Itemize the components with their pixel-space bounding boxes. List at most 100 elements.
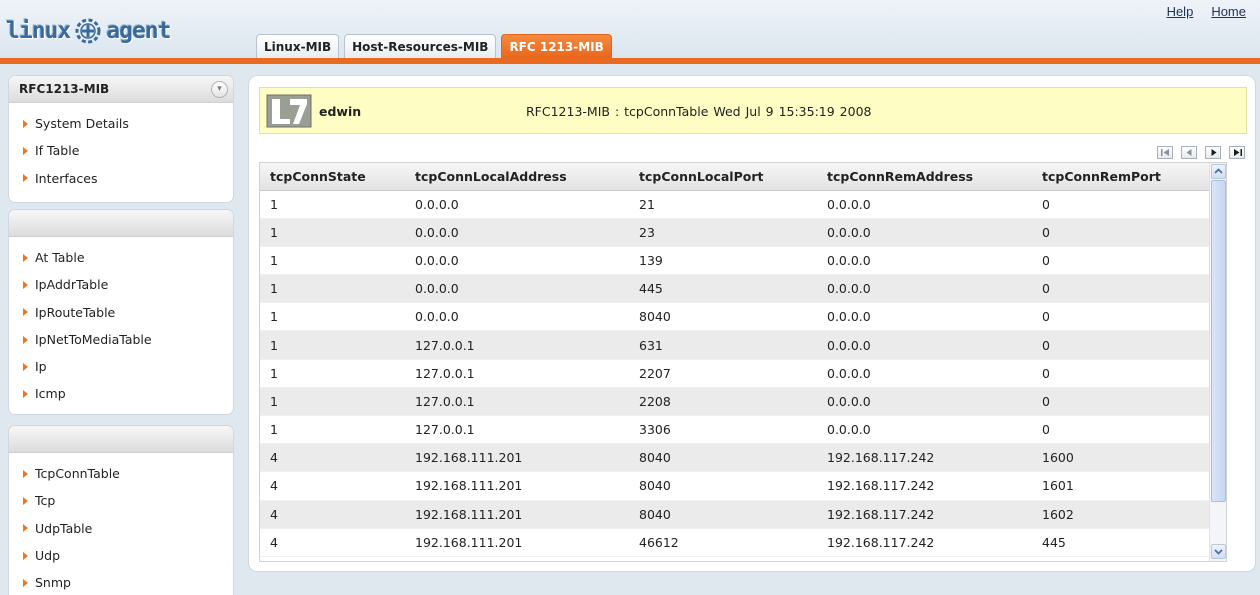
column-header[interactable]: tcpConnLocalAddress (405, 163, 629, 191)
table-cell: 0 (1032, 387, 1210, 417)
table-cell: 127.0.0.1 (405, 415, 629, 445)
table-row[interactable]: 1 127.0.0.1 3306 0.0.0.0 0 (260, 415, 1210, 445)
app-header: linux agent Help Home Linux-MIB Host-Res… (0, 0, 1260, 58)
previous-page-icon[interactable] (1181, 146, 1197, 159)
table-row[interactable]: 1 127.0.0.1 2207 0.0.0.0 0 (260, 359, 1210, 388)
table-cell: 192.168.111.201 (405, 528, 629, 557)
help-link[interactable]: Help (1167, 4, 1194, 19)
table-row[interactable]: 1 0.0.0.0 139 0.0.0.0 0 (260, 246, 1210, 276)
table-cell: 0.0.0.0 (817, 190, 1032, 219)
table-cell: 127.0.0.1 (405, 330, 629, 360)
sidebar-item-label: If Table (35, 143, 80, 159)
tab-rfc1213-mib[interactable]: RFC 1213-MIB (501, 34, 612, 58)
column-header[interactable]: tcpConnState (260, 163, 405, 191)
sidebar-item-label: Tcp (35, 493, 56, 509)
table-cell: 0 (1032, 246, 1210, 276)
table-cell: 0.0.0.0 (817, 218, 1032, 247)
column-header[interactable]: tcpConnLocalPort (629, 163, 817, 191)
column-header[interactable]: tcpConnRemAddress (817, 163, 1032, 191)
sidebar-item-label: System Details (35, 116, 129, 131)
table-cell: 4 (260, 443, 405, 473)
sidebar-item-tcp[interactable]: Tcp (23, 487, 233, 514)
table-row[interactable]: 4 192.168.111.201 8040 192.168.117.242 1600 (260, 443, 1210, 473)
sidebar-item-udptable[interactable]: UdpTable (23, 515, 233, 542)
logo-text-agent: agent (106, 18, 171, 44)
arrow-right-icon (23, 335, 28, 344)
sidebar-item-system-details[interactable]: System Details (23, 110, 233, 137)
table-row[interactable]: 1 127.0.0.1 2208 0.0.0.0 0 (260, 387, 1210, 417)
scroll-up-icon[interactable] (1211, 164, 1226, 179)
panel-header: RFC1213-MIB ▾ (9, 76, 233, 103)
column-header[interactable]: tcpConnRemPort (1032, 163, 1210, 191)
table-row[interactable]: 4 192.168.111.201 8040 192.168.117.242 1602 (260, 500, 1210, 529)
sidebar-list-3: TcpConnTable Tcp UdpTable Udp Snmp (9, 453, 233, 595)
sidebar-item-label: Interfaces (35, 170, 98, 186)
table-header-row: tcpConnState tcpConnLocalAddress tcpConn… (260, 163, 1210, 191)
arrow-right-icon (23, 524, 28, 533)
table-cell: 1 (260, 387, 405, 417)
table-cell: 0.0.0.0 (405, 274, 629, 304)
arrow-right-icon (23, 253, 28, 262)
sidebar-list-1: System Details If Table Interfaces (9, 103, 233, 192)
table-cell: 1 (260, 302, 405, 332)
sidebar-item-udp[interactable]: Udp (23, 542, 233, 569)
table-cell: 0 (1032, 415, 1210, 445)
arrow-right-icon (23, 578, 28, 587)
table-cell: 631 (629, 330, 817, 360)
sidebar-item-at-table[interactable]: At Table (23, 244, 233, 271)
table-cell: 1 (260, 246, 405, 276)
arrow-right-icon (23, 469, 28, 478)
table-cell: 0 (1032, 190, 1210, 219)
next-page-icon[interactable] (1205, 146, 1221, 159)
sidebar-panel-ip: At Table IpAddrTable IpRouteTable IpNetT… (8, 209, 234, 415)
table-cell: 0.0.0.0 (817, 387, 1032, 417)
table-cell: 192.168.117.242 (817, 443, 1032, 473)
sidebar-item-if-table[interactable]: If Table (23, 137, 233, 164)
gear-icon (75, 18, 101, 44)
table-cell: 192.168.117.242 (817, 471, 1032, 501)
table-cell: 1602 (1032, 500, 1210, 529)
sidebar-item-ip[interactable]: Ip (23, 353, 233, 380)
scrollbar-thumb[interactable] (1211, 180, 1226, 502)
table-cell: 8040 (629, 500, 817, 529)
last-page-icon[interactable] (1229, 146, 1245, 159)
arrow-right-icon (23, 390, 28, 399)
home-link[interactable]: Home (1211, 4, 1246, 19)
table-row[interactable]: 1 0.0.0.0 8040 0.0.0.0 0 (260, 302, 1210, 332)
sidebar-item-label: TcpConnTable (35, 466, 120, 481)
table-cell: 21 (629, 190, 817, 219)
table-cell: 46612 (629, 528, 817, 557)
sidebar-item-icmp[interactable]: Icmp (23, 380, 233, 407)
tab-host-resources-mib[interactable]: Host-Resources-MIB (344, 34, 497, 58)
table-cell: 0 (1032, 274, 1210, 304)
table-row[interactable]: 1 0.0.0.0 23 0.0.0.0 0 (260, 218, 1210, 247)
table-row[interactable]: 4 192.168.111.201 8040 192.168.117.242 1601 (260, 471, 1210, 501)
sidebar-item-interfaces[interactable]: Interfaces (23, 165, 233, 192)
sidebar-item-iproutetable[interactable]: IpRouteTable (23, 299, 233, 326)
table-cell: 8040 (629, 443, 817, 473)
sidebar-item-tcpconntable[interactable]: TcpConnTable (23, 460, 233, 487)
arrow-right-icon (23, 119, 28, 128)
table-cell: 0 (1032, 218, 1210, 247)
sidebar-item-label: Ip (35, 359, 47, 375)
table-row[interactable]: 1 0.0.0.0 21 0.0.0.0 0 (260, 190, 1210, 219)
sidebar-item-ipaddrtable[interactable]: IpAddrTable (23, 271, 233, 298)
sidebar-item-label: Udp (35, 547, 61, 563)
panel-header (9, 210, 233, 237)
l7-logo-icon (266, 94, 312, 128)
sidebar-item-ipnettomediatable[interactable]: IpNetToMediaTable (23, 326, 233, 353)
panel-title: RFC1213-MIB (19, 82, 110, 96)
sidebar-item-snmp[interactable]: Snmp (23, 569, 233, 595)
table-cell: 1601 (1032, 471, 1210, 501)
tab-linux-mib[interactable]: Linux-MIB (256, 34, 340, 58)
sidebar-item-label: At Table (35, 250, 85, 265)
table-row[interactable]: 1 0.0.0.0 445 0.0.0.0 0 (260, 274, 1210, 304)
first-page-icon[interactable] (1157, 146, 1173, 159)
table-row[interactable]: 1 127.0.0.1 631 0.0.0.0 0 (260, 330, 1210, 360)
collapse-chevron-icon[interactable]: ▾ (211, 81, 228, 98)
table-cell: 1 (260, 218, 405, 247)
table-row[interactable]: 4 192.168.111.201 46612 192.168.117.242 445 (260, 528, 1210, 557)
scroll-down-icon[interactable] (1211, 544, 1226, 559)
vertical-scrollbar[interactable] (1209, 163, 1226, 561)
user-name: edwin (319, 104, 362, 119)
